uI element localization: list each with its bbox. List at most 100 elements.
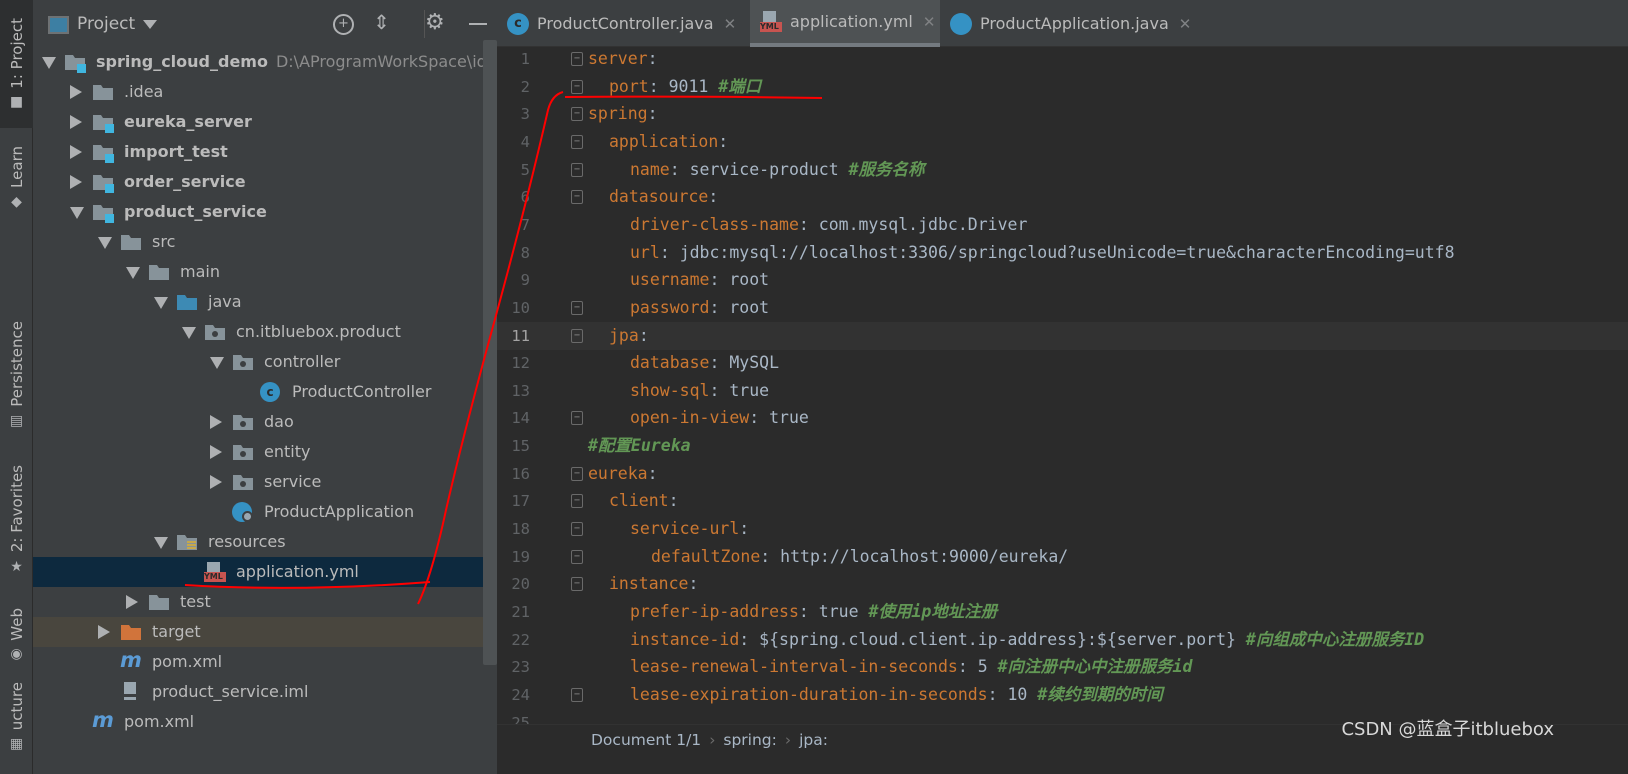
code-line: 20 − instance:: [497, 570, 1628, 598]
line-number: 7: [520, 215, 530, 234]
tree-item-import-test[interactable]: import_test: [33, 137, 497, 167]
chevron-right-icon[interactable]: [70, 115, 82, 129]
tree-item-entity[interactable]: entity: [33, 437, 497, 467]
module-icon: [92, 172, 114, 193]
tree-item-src[interactable]: src: [33, 227, 497, 257]
tree-item-product-service[interactable]: product_service: [33, 197, 497, 227]
chevron-right-icon[interactable]: [210, 415, 222, 429]
tool-tab-persistence[interactable]: ▤ Persistence: [0, 310, 33, 440]
gear-icon[interactable]: ⚙: [425, 10, 445, 35]
fold-collapse-icon[interactable]: −: [571, 107, 583, 122]
breadcrumb-item[interactable]: spring:: [723, 731, 776, 749]
colon: :: [957, 657, 968, 677]
yaml-key: name: [630, 159, 670, 179]
fold-collapse-icon[interactable]: −: [571, 134, 583, 149]
yaml-value: true: [818, 602, 859, 621]
tree-item--idea[interactable]: .idea: [33, 77, 497, 107]
chevron-right-icon[interactable]: [70, 85, 82, 99]
chevron-down-icon[interactable]: [182, 327, 196, 339]
locate-icon[interactable]: +: [333, 14, 354, 35]
fold-collapse-icon[interactable]: −: [571, 522, 583, 537]
chevron-down-icon[interactable]: [70, 207, 84, 219]
fold-collapse-icon[interactable]: −: [571, 494, 583, 509]
tree-item-test[interactable]: test: [33, 587, 497, 617]
tool-tab-web[interactable]: ◉ Web: [0, 595, 33, 675]
tree-item-pom-xml[interactable]: m pom.xml: [33, 707, 497, 737]
tree-item-productapplication[interactable]: ProductApplication: [33, 497, 497, 527]
tree-item-cn-itbluebox-product[interactable]: cn.itbluebox.product: [33, 317, 497, 347]
breadcrumb-item[interactable]: Document 1/1: [591, 731, 701, 749]
tree-item-dao[interactable]: dao: [33, 407, 497, 437]
fold-collapse-icon[interactable]: −: [571, 577, 583, 592]
tool-tab-project[interactable]: ■ 1: Project: [0, 0, 33, 128]
tool-tab-favorites[interactable]: ★ 2: Favorites: [0, 455, 33, 585]
chevron-down-icon[interactable]: [143, 20, 157, 29]
close-icon[interactable]: ✕: [724, 15, 737, 33]
minimize-icon[interactable]: [469, 23, 487, 25]
project-panel-header: Project + ⇕ ⚙: [33, 0, 497, 47]
fold-end-icon[interactable]: −: [571, 687, 583, 702]
tree-item-spring-cloud-demo[interactable]: spring_cloud_demo D:\AProgramWorkSpace\id…: [33, 47, 512, 77]
globe-icon: ◉: [10, 646, 23, 663]
chevron-right-icon[interactable]: [210, 445, 222, 459]
tree-scrollbar[interactable]: [483, 40, 497, 665]
tree-item-target[interactable]: target: [33, 617, 497, 647]
collapse-all-icon[interactable]: ⇕: [373, 10, 390, 34]
fold-end-icon[interactable]: −: [571, 549, 583, 564]
chevron-down-icon[interactable]: [210, 357, 224, 369]
yaml-key: port: [609, 76, 649, 96]
chevron-right-icon[interactable]: [126, 595, 138, 609]
yaml-key: eureka: [588, 463, 648, 483]
close-icon[interactable]: ✕: [1179, 15, 1192, 33]
tool-tab-ucture[interactable]: ▦ ucture: [0, 680, 33, 754]
code-line: 4 − application:: [497, 128, 1628, 156]
tab-productapplication-java[interactable]: ProductApplication.java ✕: [940, 0, 1200, 47]
tree-item-resources[interactable]: resources: [33, 527, 497, 557]
chevron-right-icon[interactable]: [98, 625, 110, 639]
tree-item-eureka-server[interactable]: eureka_server: [33, 107, 497, 137]
chevron-right-icon[interactable]: [70, 175, 82, 189]
line-number: 11: [511, 326, 530, 345]
tree-item-product-service-iml[interactable]: product_service.iml: [33, 677, 497, 707]
tree-item-path: D:\AProgramWorkSpace\idea\: [275, 52, 512, 71]
tree-item-productcontroller[interactable]: c ProductController: [33, 377, 497, 407]
package-icon: [232, 442, 254, 462]
chevron-down-icon[interactable]: [98, 237, 112, 249]
fold-collapse-icon[interactable]: −: [571, 52, 583, 66]
chevron-down-icon[interactable]: [126, 267, 140, 279]
colon: :: [739, 629, 750, 649]
chevron-down-icon[interactable]: [154, 297, 168, 309]
tab-productcontroller-java[interactable]: c ProductController.java ✕: [497, 0, 750, 47]
tree-item-pom-xml[interactable]: m pom.xml: [33, 647, 497, 677]
chevron-right-icon[interactable]: [210, 475, 222, 489]
tab-application-yml[interactable]: YML application.yml ✕: [750, 0, 940, 47]
tree-item-controller[interactable]: controller: [33, 347, 497, 377]
chevron-right-icon[interactable]: [70, 145, 82, 159]
tree-item-main[interactable]: main: [33, 257, 497, 287]
fold-collapse-icon[interactable]: −: [571, 190, 583, 205]
tree-item-name: application.yml: [236, 562, 359, 581]
project-view-selector[interactable]: Project: [77, 14, 135, 34]
fold-collapse-icon[interactable]: −: [571, 328, 583, 343]
code-text: lease-renewal-interval-in-seconds: 5 #向注…: [630, 653, 1192, 681]
tree-item-java[interactable]: java: [33, 287, 497, 317]
fold-end-icon[interactable]: −: [571, 411, 583, 426]
close-icon[interactable]: ✕: [923, 13, 936, 31]
tree-item-name: cn.itbluebox.product: [236, 322, 401, 341]
tree-item-service[interactable]: service: [33, 467, 497, 497]
tool-tab-learn[interactable]: ◆ Learn: [0, 133, 33, 223]
chevron-down-icon[interactable]: [154, 537, 168, 549]
code-text: #配置Eureka: [588, 432, 691, 460]
fold-collapse-icon[interactable]: −: [571, 466, 583, 481]
chevron-down-icon[interactable]: [42, 57, 56, 69]
tree-item-label: spring_cloud_demo D:\AProgramWorkSpace\id…: [96, 52, 512, 71]
code-text: open-in-view: true: [630, 404, 809, 432]
fold-end-icon[interactable]: −: [571, 162, 583, 177]
yaml-key: defaultZone: [651, 546, 761, 566]
tree-item-application-yml[interactable]: YML application.yml: [33, 557, 497, 587]
fold-end-icon[interactable]: −: [571, 79, 583, 94]
yaml-value: 9011: [668, 76, 709, 96]
tree-item-order-service[interactable]: order_service: [33, 167, 497, 197]
breadcrumb-item[interactable]: jpa:: [799, 731, 828, 749]
fold-end-icon[interactable]: −: [571, 300, 583, 315]
